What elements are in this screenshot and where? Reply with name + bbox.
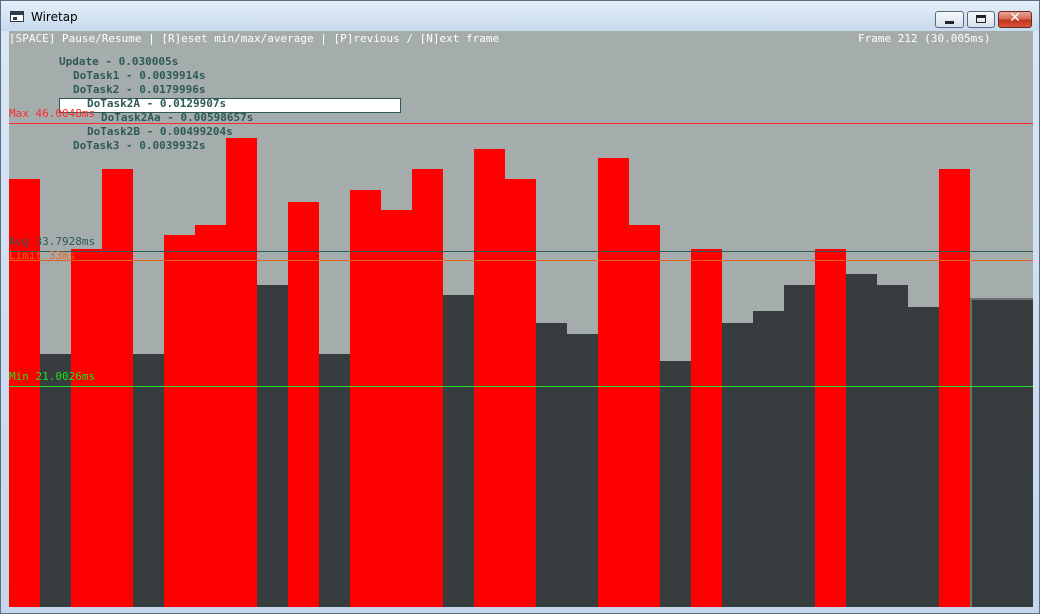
frame-bar[interactable] — [846, 274, 877, 607]
frame-bar[interactable] — [257, 285, 288, 607]
frame-bar[interactable] — [412, 169, 443, 607]
tree-item[interactable]: Update - 0.030005s — [59, 55, 178, 69]
frame-bar[interactable] — [939, 169, 970, 607]
max-label: Max 46.0048ms — [9, 107, 96, 120]
maximize-button[interactable] — [967, 11, 995, 28]
frame-bar[interactable] — [505, 179, 536, 607]
limit-line — [9, 260, 1033, 261]
app-icon — [10, 11, 24, 22]
tree-item[interactable]: DoTask2 - 0.0179996s — [73, 83, 205, 97]
frame-bar[interactable] — [40, 354, 71, 607]
frame-bar[interactable] — [71, 249, 102, 607]
frame-bar[interactable] — [195, 225, 226, 607]
frame-bar[interactable] — [443, 295, 474, 607]
window-title: Wiretap — [31, 10, 78, 24]
minimize-icon — [945, 21, 954, 24]
frame-bar[interactable] — [567, 334, 598, 607]
frame-counter: Frame 212 (30.005ms) — [858, 32, 991, 45]
close-button[interactable]: ✕ — [998, 10, 1032, 28]
help-text: [SPACE] Pause/Resume | [R]eset min/max/a… — [9, 32, 500, 45]
title-bar[interactable]: Wiretap ✕ — [1, 1, 1039, 31]
frame-bar-current[interactable] — [970, 298, 1033, 607]
frame-bar[interactable] — [660, 361, 691, 607]
frame-bar[interactable] — [319, 354, 350, 607]
avg-label: Avg 33.7928ms — [9, 235, 96, 248]
frame-bar[interactable] — [288, 202, 319, 607]
limit-label: Limit 33ms — [9, 249, 76, 262]
frame-bar[interactable] — [877, 285, 908, 607]
frame-bar[interactable] — [164, 235, 195, 607]
frame-bar[interactable] — [691, 249, 722, 607]
max-line — [9, 123, 1033, 124]
frame-bar[interactable] — [815, 249, 846, 607]
frame-bar[interactable] — [536, 323, 567, 607]
frame-bar[interactable] — [722, 323, 753, 607]
min-line — [9, 386, 1033, 387]
profiler-canvas[interactable]: [SPACE] Pause/Resume | [R]eset min/max/a… — [9, 31, 1033, 607]
frame-bar[interactable] — [784, 285, 815, 607]
frame-bar[interactable] — [753, 311, 784, 607]
avg-line — [9, 251, 1033, 252]
min-label: Min 21.0026ms — [9, 370, 96, 383]
tree-item[interactable]: DoTask3 - 0.0039932s — [73, 139, 205, 153]
close-icon: ✕ — [1009, 10, 1021, 26]
tree-item-selected[interactable]: DoTask2A - 0.0129907s — [87, 97, 226, 111]
frame-bar[interactable] — [226, 138, 257, 607]
frame-bar[interactable] — [474, 149, 505, 607]
frame-bar[interactable] — [381, 210, 412, 607]
frame-bar[interactable] — [598, 158, 629, 607]
tree-item[interactable]: DoTask2B - 0.00499204s — [87, 125, 233, 139]
wiretap-window: Wiretap ✕ [SPACE] Pause/Resume | [R]eset… — [0, 0, 1040, 614]
frame-bar[interactable] — [102, 169, 133, 607]
frame-bar[interactable] — [350, 190, 381, 607]
frame-bar[interactable] — [629, 225, 660, 607]
minimize-button[interactable] — [935, 11, 964, 28]
tree-item[interactable]: DoTask1 - 0.0039914s — [73, 69, 205, 83]
maximize-icon — [976, 15, 986, 23]
frame-bar[interactable] — [133, 354, 164, 607]
frame-bar[interactable] — [908, 307, 939, 607]
